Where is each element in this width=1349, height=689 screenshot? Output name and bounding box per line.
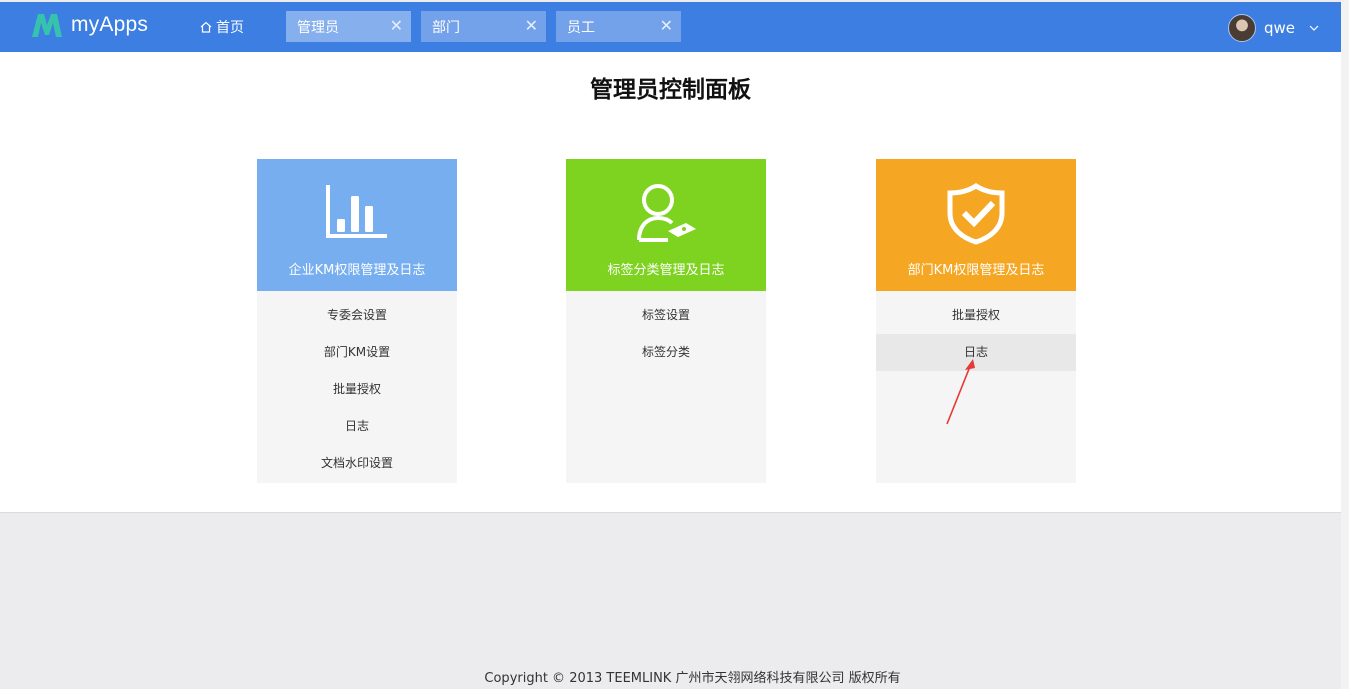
tab-department[interactable]: 部门 ✕ [421,11,546,42]
menu-item-log[interactable]: 日志 [257,408,457,445]
chevron-down-icon [1309,25,1319,31]
home-icon [200,21,212,33]
user-name: qwe [1263,19,1295,37]
close-icon[interactable]: ✕ [660,17,673,35]
card-title: 部门KM权限管理及日志 [907,263,1045,278]
page-title: 管理员控制面板 [590,77,751,103]
tab-label: 管理员 [297,19,339,36]
main-panel: 管理员控制面板 企业KM权限管理及日志 专委会设置 部门KM设置 批量授权 日志… [0,52,1341,513]
tab-label: 员工 [567,19,595,36]
menu-item-committee-settings[interactable]: 专委会设置 [257,297,457,334]
home-link[interactable]: 首页 [200,17,244,37]
menu-item-tag-classification[interactable]: 标签分类 [566,334,766,371]
close-icon[interactable]: ✕ [525,17,538,35]
card-enterprise-km: 企业KM权限管理及日志 专委会设置 部门KM设置 批量授权 日志 文档水印设置 [257,159,457,483]
card-department-km: 部门KM权限管理及日志 批量授权 日志 [876,159,1076,483]
brand-logo-icon [32,14,62,37]
home-label: 首页 [216,20,244,36]
bar-chart-icon [326,185,387,238]
tab-label: 部门 [432,19,460,36]
scrollbar-track[interactable] [1341,0,1349,689]
avatar [1227,14,1256,42]
shield-check-icon [947,183,1005,245]
close-icon[interactable]: ✕ [390,17,403,35]
brand-name: myApps [71,13,149,36]
tab-employee[interactable]: 员工 ✕ [556,11,681,42]
annotation-arrow-icon [946,359,975,425]
card-header: 部门KM权限管理及日志 [876,159,1076,291]
card-menu: 标签设置 标签分类 [566,291,766,371]
card-menu: 专委会设置 部门KM设置 批量授权 日志 文档水印设置 [257,291,457,482]
menu-item-watermark-settings[interactable]: 文档水印设置 [257,445,457,482]
card-header: 企业KM权限管理及日志 [257,159,457,291]
card-title: 企业KM权限管理及日志 [288,263,426,278]
menu-item-batch-authorize[interactable]: 批量授权 [257,371,457,408]
footer-copyright: Copyright © 2013 TEEMLINK 广州市天翎网络科技有限公司 … [484,671,901,686]
menu-item-batch-authorize[interactable]: 批量授权 [876,297,1076,334]
brand[interactable]: myApps [30,11,148,39]
card-tag-classification: 标签分类管理及日志 标签设置 标签分类 [566,159,766,483]
user-tag-icon [637,184,696,242]
top-navigation-bar: myApps 首页 管理员 ✕ 部门 ✕ 员工 ✕ qwe [0,2,1341,52]
user-menu[interactable]: qwe [1227,14,1319,42]
menu-item-department-km-settings[interactable]: 部门KM设置 [257,334,457,371]
menu-item-tag-settings[interactable]: 标签设置 [566,297,766,334]
tab-admin[interactable]: 管理员 ✕ [286,11,411,42]
card-title: 标签分类管理及日志 [607,263,725,278]
card-header: 标签分类管理及日志 [566,159,766,291]
